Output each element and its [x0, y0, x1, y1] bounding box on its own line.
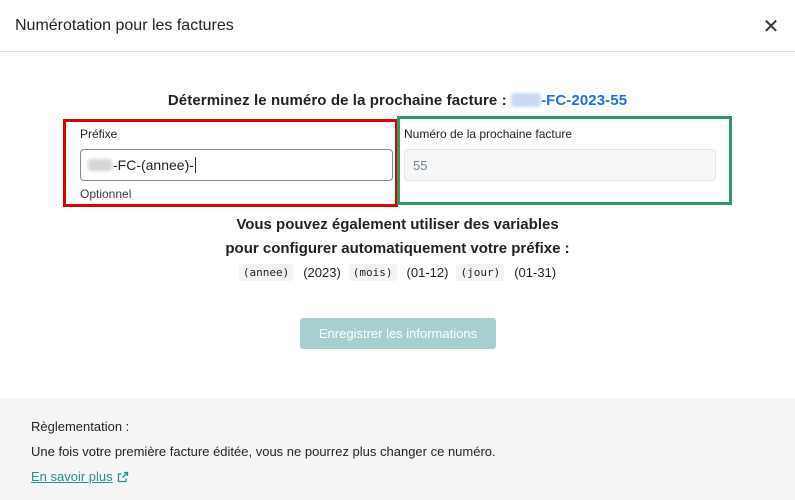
next-invoice-heading: Déterminez le numéro de la prochaine fac…: [0, 92, 795, 109]
text-caret: [194, 157, 196, 173]
variable-value-jour: (01-31): [514, 265, 557, 280]
prefix-input-value: -FC-(annee)-: [113, 157, 194, 173]
next-number-label: Numéro de la prochaine facture: [404, 127, 573, 141]
modal-header: Numérotation pour les factures ✕: [0, 0, 795, 52]
close-icon: ✕: [762, 13, 780, 38]
variable-code-jour: (jour): [456, 264, 505, 281]
regulation-footer: Règlementation : Une fois votre première…: [0, 398, 795, 500]
heading-text: Déterminez le numéro de la prochaine fac…: [167, 92, 507, 109]
close-button[interactable]: ✕: [761, 16, 781, 36]
variables-intro-line1: Vous pouvez également utiliser des varia…: [236, 216, 559, 233]
regulation-title: Règlementation :: [31, 419, 130, 434]
variables-intro-line2: pour configurer automatiquement votre pr…: [225, 240, 570, 257]
prefix-input[interactable]: -FC-(annee)-: [80, 149, 393, 181]
variable-value-mois: (01-12): [406, 265, 449, 280]
regulation-text: Une fois votre première facture éditée, …: [31, 444, 496, 459]
prefix-label: Préfixe: [80, 127, 118, 141]
variables-list: (annee) (2023) (mois) (01-12) (jour) (01…: [0, 264, 795, 281]
invoice-numbering-modal: Numérotation pour les factures ✕ Détermi…: [0, 0, 795, 500]
variable-code-annee: (annee): [238, 264, 294, 281]
external-link-icon: [117, 471, 128, 482]
learn-more-label: En savoir plus: [31, 469, 113, 484]
modal-body: Déterminez le numéro de la prochaine fac…: [0, 52, 795, 398]
variable-code-mois: (mois): [348, 264, 397, 281]
redacted-prefix: [511, 93, 541, 107]
variable-value-annee: (2023): [303, 265, 341, 280]
save-button[interactable]: Enregistrer les informations: [300, 318, 496, 349]
learn-more-link[interactable]: En savoir plus: [31, 469, 129, 484]
next-invoice-number-suffix: -FC-2023-55: [541, 92, 628, 109]
modal-title: Numérotation pour les factures: [15, 16, 234, 34]
next-number-value: 55: [413, 157, 428, 173]
prefix-help-text: Optionnel: [80, 187, 132, 201]
next-number-input[interactable]: 55: [404, 149, 716, 181]
next-invoice-number: -FC-2023-55: [511, 92, 627, 109]
redacted-prefix-value: [88, 159, 112, 171]
